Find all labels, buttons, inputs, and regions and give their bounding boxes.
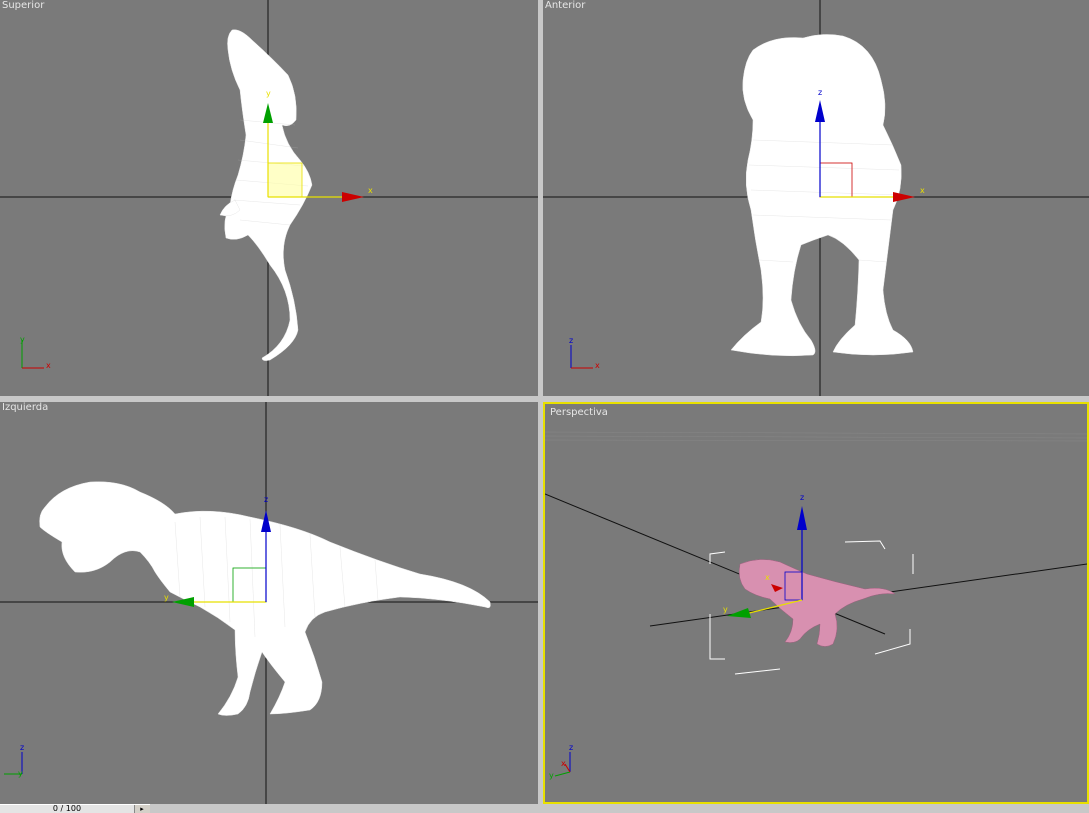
viewport-left-canvas: y z z y	[0, 402, 538, 804]
viewport-top[interactable]: Superior x y y x	[0, 0, 538, 396]
viewport-label-top[interactable]: Superior	[2, 0, 44, 11]
viewport-perspective[interactable]: Perspectiva z y x z y x	[543, 402, 1089, 804]
gizmo-arrow-x	[342, 192, 364, 202]
gizmo-y-label: y	[164, 593, 169, 602]
gizmo-x-label: x	[920, 186, 925, 195]
axis-triad-front: z x	[569, 336, 600, 370]
triad-y-label: y	[20, 335, 25, 344]
horizon-grid	[545, 431, 1087, 442]
viewport-label-front[interactable]: Anterior	[545, 0, 585, 11]
axis-triad-perspective: z y x	[549, 743, 573, 780]
triad-y-label: y	[18, 769, 23, 778]
viewport-label-perspective[interactable]: Perspectiva	[550, 407, 608, 418]
gizmo-y-label: y	[266, 89, 271, 98]
triad-x-label: x	[595, 361, 600, 370]
triad-z-label: z	[569, 743, 573, 752]
gizmo-plane-xy	[267, 162, 303, 198]
viewport-front[interactable]: Anterior x z z x	[543, 0, 1089, 396]
trex-shaded-model	[738, 559, 896, 647]
triad-y-label: y	[549, 771, 554, 780]
triad-x-label: x	[561, 759, 566, 768]
gizmo-z-label: z	[800, 493, 804, 502]
viewport-perspective-canvas: z y x z y x	[545, 431, 1087, 780]
axis-triad-top: y x	[20, 335, 51, 370]
gizmo-z-label: z	[818, 88, 822, 97]
triad-z-label: z	[569, 336, 573, 345]
triad-z-label: z	[20, 743, 24, 752]
triad-x-label: x	[46, 361, 51, 370]
gizmo-y-label: y	[723, 605, 728, 614]
gizmo-x-label: x	[368, 186, 373, 195]
gizmo-arrow-z	[797, 506, 807, 530]
gizmo-x-label: x	[765, 573, 770, 582]
gizmo-arrow-x	[893, 192, 915, 202]
gizmo-arrow-y	[727, 608, 751, 618]
gizmo-z-label: z	[264, 495, 268, 504]
viewport-label-left[interactable]: Izquierda	[2, 402, 48, 413]
viewport-top-canvas: x y y x	[0, 0, 538, 396]
viewport-front-canvas: x z z x	[543, 0, 1089, 396]
axis-triad-left: z y	[4, 743, 24, 778]
trex-wireframe-front	[730, 34, 914, 357]
viewport-left[interactable]: Izquierda y z z y	[0, 402, 538, 804]
